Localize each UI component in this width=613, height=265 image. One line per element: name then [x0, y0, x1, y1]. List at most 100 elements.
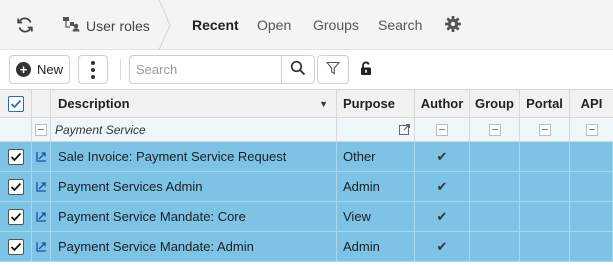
- sort-descending-icon[interactable]: ▼: [319, 99, 328, 109]
- api-cell: [570, 232, 613, 261]
- row-open-cell[interactable]: [32, 142, 51, 171]
- author-filter[interactable]: [415, 118, 470, 141]
- toolbar-divider: [120, 59, 121, 80]
- unlock-icon: [359, 61, 373, 79]
- table-row[interactable]: Sale Invoice: Payment Service Request Ot…: [0, 142, 613, 172]
- column-header-description[interactable]: Description ▼: [51, 90, 337, 117]
- table-row[interactable]: Payment Service Mandate: Core View ✔: [0, 202, 613, 232]
- tab-groups[interactable]: Groups: [313, 17, 359, 33]
- vertical-ellipsis-icon: [91, 60, 95, 65]
- description-cell: Payment Service Mandate: Core: [51, 202, 337, 231]
- portal-filter-toggle[interactable]: [538, 123, 551, 136]
- column-header-purpose[interactable]: Purpose: [337, 90, 415, 117]
- row-select-cell[interactable]: [0, 202, 32, 231]
- description-cell: Payment Services Admin: [51, 172, 337, 201]
- column-header-api[interactable]: API: [570, 90, 613, 117]
- tab-search[interactable]: Search: [378, 17, 422, 33]
- check-icon: [10, 242, 21, 251]
- column-header-label: Description: [58, 96, 130, 111]
- api-filter-toggle[interactable]: [585, 123, 598, 136]
- new-button-label: New: [36, 62, 63, 77]
- row-checkbox[interactable]: [7, 208, 24, 225]
- description-filter[interactable]: Payment Service: [51, 118, 337, 141]
- check-icon: [10, 182, 21, 191]
- open-record-icon[interactable]: [35, 241, 47, 252]
- portal-filter[interactable]: [520, 118, 570, 141]
- author-filter-toggle[interactable]: [436, 123, 448, 136]
- select-all-checkbox[interactable]: [7, 95, 24, 112]
- check-icon: [10, 152, 21, 161]
- user-roles-link[interactable]: User roles: [62, 16, 150, 35]
- portal-cell: [520, 202, 570, 231]
- group-filter[interactable]: [470, 118, 520, 141]
- open-record-icon[interactable]: [35, 181, 47, 192]
- check-icon: [10, 212, 21, 221]
- purpose-cell: Other: [337, 142, 415, 171]
- group-filter-toggle[interactable]: [488, 123, 501, 136]
- more-options-button[interactable]: [78, 55, 108, 84]
- magnifier-icon: [290, 60, 306, 79]
- new-button[interactable]: + New: [9, 55, 70, 84]
- grid-header-row: Description ▼ Purpose Author Group Porta…: [0, 89, 613, 118]
- table-row[interactable]: Payment Services Admin Admin ✔: [0, 172, 613, 202]
- header-type-cell: [32, 90, 51, 117]
- portal-cell: [520, 232, 570, 261]
- user-roles-icon: [62, 16, 80, 35]
- row-select-cell[interactable]: [0, 232, 32, 261]
- group-cell: [470, 142, 520, 171]
- column-header-group[interactable]: Group: [470, 90, 520, 117]
- group-cell: [470, 172, 520, 201]
- row-select-cell[interactable]: [0, 172, 32, 201]
- filter-select-cell: [0, 118, 32, 141]
- portal-cell: [520, 172, 570, 201]
- purpose-cell: View: [337, 202, 415, 231]
- api-cell: [570, 202, 613, 231]
- unlock-button[interactable]: [352, 55, 380, 84]
- row-checkbox[interactable]: [7, 238, 24, 255]
- author-check: ✔: [415, 232, 470, 261]
- description-cell: Sale Invoice: Payment Service Request: [51, 142, 337, 171]
- row-select-cell[interactable]: [0, 142, 32, 171]
- plus-icon: +: [15, 62, 31, 77]
- search-input[interactable]: [129, 55, 281, 84]
- row-open-cell[interactable]: [32, 172, 51, 201]
- author-check: ✔: [415, 202, 470, 231]
- column-header-author[interactable]: Author: [415, 90, 470, 117]
- gear-icon[interactable]: [444, 15, 462, 33]
- select-all-cell[interactable]: [0, 90, 32, 117]
- purpose-filter[interactable]: [337, 118, 415, 141]
- author-check: ✔: [415, 142, 470, 171]
- refresh-icon[interactable]: [15, 15, 35, 35]
- search-button[interactable]: [281, 55, 315, 84]
- check-icon: [10, 99, 21, 108]
- api-cell: [570, 172, 613, 201]
- user-roles-label: User roles: [86, 17, 150, 34]
- tab-open[interactable]: Open: [257, 17, 291, 33]
- toolbar: + New: [0, 50, 613, 89]
- api-cell: [570, 142, 613, 171]
- table-row[interactable]: Payment Service Mandate: Admin Admin ✔: [0, 232, 613, 262]
- filter-type-cell[interactable]: [32, 118, 51, 141]
- tab-recent[interactable]: Recent: [192, 17, 239, 33]
- group-cell: [470, 202, 520, 231]
- user-roles-grid: Description ▼ Purpose Author Group Porta…: [0, 89, 613, 262]
- column-header-portal[interactable]: Portal: [520, 90, 570, 117]
- funnel-icon: [325, 61, 341, 78]
- purpose-cell: Admin: [337, 172, 415, 201]
- grid-filter-row: Payment Service: [0, 118, 613, 142]
- group-cell: [470, 232, 520, 261]
- api-filter[interactable]: [570, 118, 613, 141]
- external-link-icon[interactable]: [399, 124, 410, 135]
- breadcrumb-separator: [158, 0, 171, 50]
- filter-type-toggle[interactable]: [35, 123, 47, 136]
- description-cell: Payment Service Mandate: Admin: [51, 232, 337, 261]
- portal-cell: [520, 142, 570, 171]
- open-record-icon[interactable]: [35, 151, 47, 162]
- filter-button[interactable]: [317, 55, 349, 84]
- open-record-icon[interactable]: [35, 211, 47, 222]
- row-checkbox[interactable]: [7, 178, 24, 195]
- row-checkbox[interactable]: [7, 148, 24, 165]
- author-check: ✔: [415, 172, 470, 201]
- row-open-cell[interactable]: [32, 232, 51, 261]
- row-open-cell[interactable]: [32, 202, 51, 231]
